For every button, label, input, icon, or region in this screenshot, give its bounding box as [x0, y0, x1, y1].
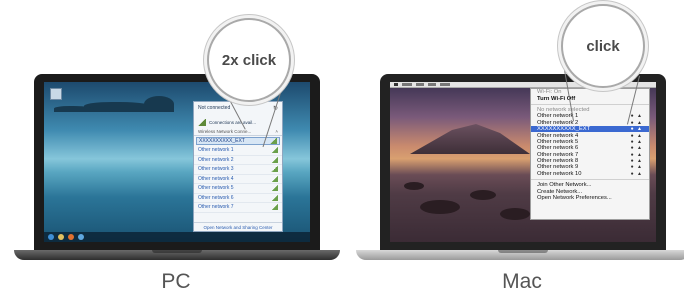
- network-item[interactable]: Other network 3: [194, 165, 282, 175]
- pc-click-callout: 2x click: [207, 18, 291, 102]
- signal-bars-icon: [271, 185, 278, 192]
- network-item[interactable]: Other network 7: [194, 203, 282, 213]
- lock-wifi-icon: ● ▲: [630, 119, 643, 126]
- menu-item[interactable]: [440, 83, 450, 86]
- pc-laptop-base: [14, 250, 340, 260]
- network-item[interactable]: Other network 4: [194, 175, 282, 184]
- network-name: Other network 1: [198, 147, 234, 154]
- rock-decoration: [54, 106, 94, 112]
- network-name: Other network 9: [537, 164, 579, 171]
- stone-decoration: [470, 190, 496, 200]
- network-name: Other network 6: [537, 145, 579, 152]
- signal-bars-icon: [271, 204, 278, 211]
- network-name: Other network 8: [537, 158, 579, 165]
- lock-wifi-icon: ● ▲: [630, 138, 643, 145]
- lock-wifi-icon: ● ▲: [630, 158, 643, 165]
- network-name: Other network 4: [537, 132, 579, 139]
- menu-item[interactable]: [402, 83, 412, 86]
- signal-bars-icon: [271, 147, 278, 154]
- network-name: Other network 10: [537, 170, 582, 177]
- mac-caption: Mac: [502, 270, 542, 293]
- chevron-up-icon: ˄: [275, 129, 278, 134]
- network-name: Other network 2: [198, 156, 234, 163]
- windows-taskbar: [44, 232, 310, 242]
- lock-wifi-icon: ● ▲: [630, 113, 643, 120]
- mac-laptop-base: [356, 250, 684, 260]
- network-name: Other network 4: [198, 175, 234, 182]
- network-item[interactable]: Other network 1: [194, 146, 282, 156]
- menu-separator: [531, 177, 649, 181]
- network-name: Other network 6: [198, 194, 234, 201]
- network-sharing-center-link[interactable]: Open Network and Sharing Center: [194, 222, 282, 231]
- menu-item[interactable]: [416, 83, 424, 86]
- network-name: XXXXXXXXXX_EXT: [537, 126, 591, 133]
- signal-bars-icon: [271, 156, 278, 163]
- recycle-bin-icon[interactable]: [50, 88, 62, 100]
- mac-click-callout: click: [561, 4, 645, 88]
- network-name: Other network 7: [537, 151, 579, 158]
- stone-decoration: [500, 208, 530, 220]
- callout-label: 2x click: [221, 51, 277, 69]
- pc-network-flyout: Not connected ↻ Connections are avail...…: [193, 101, 283, 232]
- lock-wifi-icon: ● ▲: [630, 145, 643, 152]
- signal-bars-icon: [271, 175, 278, 182]
- pc-caption: PC: [161, 270, 191, 293]
- stone-decoration: [404, 182, 424, 190]
- network-name: Other network 5: [198, 185, 234, 192]
- browser-icon[interactable]: [78, 234, 84, 240]
- lock-wifi-icon: ● ▲: [630, 170, 643, 177]
- signal-bars-icon: [271, 166, 278, 173]
- open-network-preferences-item[interactable]: Open Network Preferences...: [531, 195, 649, 201]
- section-label: Wireless Network Conne...: [198, 129, 252, 134]
- callout-label: click: [586, 37, 620, 55]
- signal-bars-icon: [270, 138, 277, 144]
- signal-bars-icon: [271, 194, 278, 201]
- stone-decoration: [420, 200, 460, 214]
- connections-text: Connections are avail...: [209, 119, 257, 125]
- setup-illustration: Not connected ↻ Connections are avail...…: [0, 0, 684, 304]
- connection-status: Not connected: [198, 105, 231, 111]
- network-name: Other network 3: [198, 166, 234, 173]
- network-item[interactable]: Other network 6: [194, 194, 282, 203]
- apple-icon[interactable]: [394, 83, 398, 86]
- rock-decoration: [144, 96, 174, 112]
- lock-wifi-icon: ● ▲: [630, 164, 643, 171]
- network-name: Other network 5: [537, 138, 579, 145]
- network-item[interactable]: Other network 2: [194, 156, 282, 165]
- start-icon[interactable]: [48, 234, 54, 240]
- explorer-icon[interactable]: [58, 234, 64, 240]
- lock-wifi-icon: ● ▲: [630, 151, 643, 158]
- selected-network-item[interactable]: XXXXXXXXXX_EXT ● ▲: [531, 125, 649, 133]
- network-name: XXXXXXXXXX_EXT: [199, 138, 245, 144]
- signal-icon: [198, 118, 206, 126]
- media-icon[interactable]: [68, 234, 74, 240]
- lock-wifi-icon: ● ▲: [630, 132, 643, 139]
- selected-network-item[interactable]: XXXXXXXXXX_EXT: [196, 137, 280, 145]
- network-name: Other network 7: [198, 204, 234, 211]
- lock-wifi-icon: ● ▲: [630, 126, 643, 133]
- network-item[interactable]: Other network 5: [194, 184, 282, 194]
- mountain-decoration: [410, 124, 530, 154]
- menu-item[interactable]: [428, 83, 436, 86]
